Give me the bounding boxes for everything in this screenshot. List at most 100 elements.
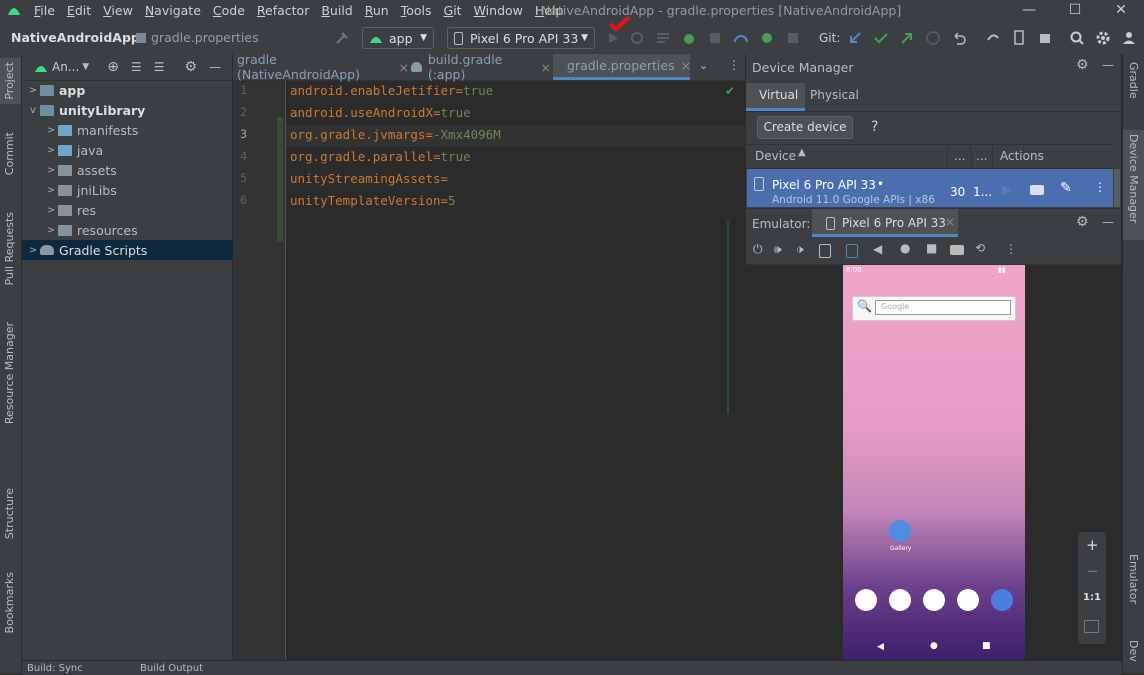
tab-gradle-properties[interactable]: gradle.properties × (553, 54, 691, 80)
panel-settings-gear-icon[interactable]: ⚙ (1076, 57, 1089, 73)
attach-process-icon[interactable] (759, 30, 775, 46)
column-device[interactable]: Device (755, 149, 796, 163)
nav-overview-icon[interactable]: ■ (982, 641, 991, 651)
google-search-widget[interactable]: 🔍 Google (852, 296, 1016, 321)
screenshot-camera-icon[interactable] (950, 245, 964, 255)
code-line-1[interactable]: android.enableJetifier=true (290, 83, 493, 98)
phone-screen[interactable]: 6:00 ▮▮ 🔍 Google Gallery ◀ ● ■ (843, 265, 1025, 660)
snapshot-icon[interactable]: ⟲ (975, 241, 985, 255)
tree-item-assets[interactable]: > assets (22, 160, 254, 180)
code-line-4[interactable]: org.gradle.parallel=true (290, 149, 471, 164)
column-api[interactable]: ... (954, 149, 965, 163)
chevron-right-icon[interactable]: > (44, 225, 58, 236)
apply-changes-icon[interactable] (629, 30, 645, 46)
panel-settings-gear-icon[interactable]: ⚙ (1076, 214, 1089, 230)
menu-refactor[interactable]: Refactor (257, 3, 309, 18)
column-actions[interactable]: Actions (1000, 149, 1044, 163)
chevron-right-icon[interactable]: > (44, 125, 58, 136)
tree-item-java[interactable]: > java (22, 140, 254, 160)
menu-file[interactable]: File (34, 3, 55, 18)
device-manager-icon[interactable] (1011, 30, 1027, 46)
chevron-right-icon[interactable]: > (44, 185, 58, 196)
zoom-in-icon[interactable]: + (1086, 536, 1099, 554)
create-device-button[interactable]: Create device (757, 116, 853, 139)
camera-app-icon[interactable] (991, 589, 1013, 611)
overview-icon[interactable]: ■ (926, 241, 937, 255)
tree-item-resources[interactable]: > resources (22, 220, 254, 240)
rotate-right-icon[interactable] (846, 244, 858, 258)
expand-all-icon[interactable]: ☰ (131, 60, 142, 74)
tree-item-jnilibs[interactable]: > jniLibs (22, 180, 254, 200)
tool-structure[interactable]: Structure (3, 488, 16, 539)
column-size[interactable]: ... (976, 149, 987, 163)
device-select[interactable]: Pixel 6 Pro API 33 ▼ (447, 27, 595, 49)
tab-emulator-device[interactable]: Pixel 6 Pro API 33 × (812, 209, 958, 237)
menu-code[interactable]: Code (213, 3, 245, 18)
menu-tools[interactable]: Tools (401, 3, 432, 18)
tree-item-gradle-scripts[interactable]: > Gradle Scripts (22, 240, 236, 260)
tool-emulator[interactable]: Emulator (1127, 554, 1140, 604)
tool-pull-requests[interactable]: Pull Requests (3, 212, 16, 285)
device-row[interactable]: Pixel 6 Pro API 33 • Android 11.0 Google… (747, 169, 1113, 207)
hide-panel-icon[interactable]: — (1102, 215, 1114, 229)
code-line-5[interactable]: unityStreamingAssets= (290, 171, 448, 186)
tree-item-unitylibrary[interactable]: v unityLibrary (22, 100, 236, 120)
nav-home-icon[interactable]: ● (930, 641, 938, 651)
tool-resource-manager[interactable]: Resource Manager (3, 322, 16, 424)
code-line-2[interactable]: android.useAndroidX=true (290, 105, 471, 120)
tab-physical[interactable]: Physical (810, 88, 859, 102)
fit-screen-icon[interactable] (1084, 620, 1099, 633)
apply-code-changes-icon[interactable] (655, 30, 671, 46)
zoom-ratio-button[interactable]: 1:1 (1083, 592, 1101, 603)
maps-app-icon[interactable] (923, 589, 945, 611)
power-icon[interactable]: ⏻ (753, 242, 763, 257)
hide-panel-icon[interactable]: — (209, 60, 221, 74)
help-button[interactable]: ? (871, 119, 878, 135)
close-tab-icon[interactable]: × (681, 58, 691, 73)
profiler-icon[interactable] (733, 30, 749, 46)
back-icon[interactable]: ◀ (873, 242, 882, 256)
tab-settings-gradle[interactable]: gradle (NativeAndroidApp) × (237, 52, 409, 82)
tool-dev[interactable]: Dev (1127, 640, 1140, 662)
stop-icon[interactable] (785, 30, 801, 46)
chevron-right-icon[interactable]: > (26, 85, 40, 96)
chevron-right-icon[interactable]: > (26, 245, 40, 256)
hide-panel-icon[interactable]: — (1102, 58, 1114, 72)
sync-gradle-icon[interactable] (985, 30, 1001, 46)
attach-debugger-icon[interactable] (707, 30, 723, 46)
more-options-icon[interactable]: ⋮ (728, 58, 740, 72)
folder-icon[interactable] (1030, 185, 1044, 195)
tool-gradle[interactable]: Gradle (1127, 62, 1140, 99)
scrollbar[interactable] (1114, 169, 1120, 207)
rollback-icon[interactable] (951, 30, 967, 46)
search-icon[interactable] (1069, 30, 1085, 46)
history-icon[interactable] (925, 30, 941, 46)
chevron-right-icon[interactable]: > (44, 165, 58, 176)
phone-app-icon[interactable] (855, 589, 877, 611)
breadcrumb-project[interactable]: NativeAndroidApp (11, 30, 140, 45)
panel-settings-gear-icon[interactable]: ⚙ (184, 59, 197, 75)
code-line-6[interactable]: unityTemplateVersion=5 (290, 193, 456, 208)
tab-list-chevron-icon[interactable]: ⌄ (699, 59, 708, 72)
sdk-manager-icon[interactable] (1037, 30, 1053, 46)
volume-up-icon[interactable]: 🕪 (774, 242, 782, 257)
chevron-right-icon[interactable]: > (44, 145, 58, 156)
tool-project[interactable]: Project (3, 62, 16, 100)
close-tab-icon[interactable]: × (399, 60, 409, 75)
google-search-input[interactable]: Google (875, 300, 1011, 315)
tree-item-manifests[interactable]: > manifests (22, 120, 254, 140)
tree-item-res[interactable]: > res (22, 200, 254, 220)
tree-item-app[interactable]: > app (22, 80, 236, 100)
rotate-left-icon[interactable] (819, 244, 831, 258)
menu-edit[interactable]: Edit (67, 3, 91, 18)
volume-down-icon[interactable]: 🕩 (796, 242, 804, 257)
git-update-icon[interactable] (847, 30, 863, 46)
tool-device-manager[interactable]: Device Manager (1127, 134, 1140, 223)
menu-view[interactable]: View (103, 3, 133, 18)
launch-device-icon[interactable]: ▶ (1002, 183, 1012, 198)
debug-icon[interactable] (681, 30, 697, 46)
menu-window[interactable]: Window (474, 3, 523, 18)
chevron-right-icon[interactable]: > (44, 205, 58, 216)
menu-git[interactable]: Git (444, 3, 462, 18)
settings-gear-icon[interactable] (1095, 30, 1111, 46)
